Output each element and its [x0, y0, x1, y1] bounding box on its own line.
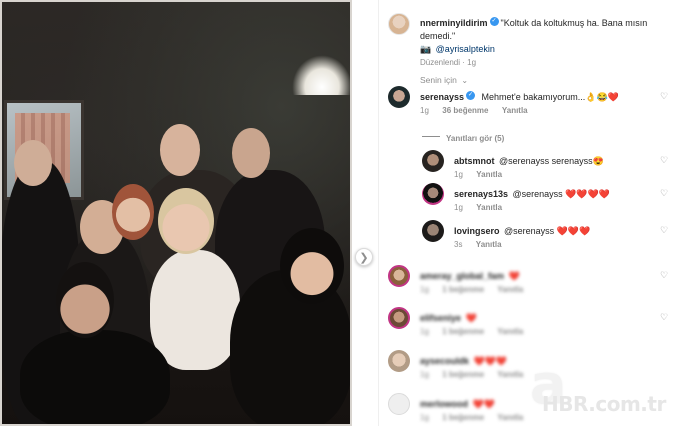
comment-text: ❤️ [465, 313, 477, 323]
comment-time: 1g [420, 285, 429, 294]
reply-time: 3s [454, 240, 463, 249]
comment-text: Mehmet'e bakamıyorum...👌😂❤️ [481, 92, 619, 102]
reply-abtsmnot: abtsmnot @serenayss serenayss😍 1g Yanıtl… [454, 154, 673, 181]
sort-dropdown[interactable]: Senin için ⌄ [420, 70, 673, 88]
photo-head-back-center [160, 124, 200, 176]
caption-username[interactable]: nnerminyildirim [420, 18, 488, 28]
comment-avatar[interactable] [388, 350, 410, 372]
reply-text: @serenayss serenayss😍 [498, 156, 604, 166]
caption-mention[interactable]: @ayrisalptekin [436, 44, 495, 54]
comment-text: ❤️ [508, 271, 520, 281]
comment-likes[interactable]: 36 beğenme [442, 106, 488, 115]
comment-serenayss: serenayss ✓ Mehmet'e bakamıyorum...👌😂❤️ 1… [420, 90, 673, 117]
comment-likes[interactable]: 1 beğenme [442, 370, 484, 379]
photo-head-back-right [232, 128, 270, 178]
comment-avatar[interactable] [388, 307, 410, 329]
reply-time: 1g [454, 170, 463, 179]
comment-time: 1g [420, 327, 429, 336]
view-replies-label: Yanıtları gör (5) [446, 134, 505, 143]
photo-head-left [14, 140, 52, 186]
photo-head-darkhair [280, 228, 344, 304]
comment-likes[interactable]: 1 beğenme [442, 327, 484, 336]
comment-text: ❤️❤️ [472, 399, 495, 409]
reply-text: @serenayss ❤️❤️❤️ [503, 226, 591, 236]
comment-avatar[interactable] [388, 393, 410, 415]
reply-lovingsero: lovingsero @serenayss ❤️❤️❤️ 3s Yanıtla [454, 224, 673, 251]
watermark-text: HBR.com.tr [542, 392, 666, 416]
reply-avatar-abtsmnot[interactable] [422, 150, 444, 172]
camera-icon: 📷 [420, 44, 432, 54]
photo-person-white-shirt [150, 250, 240, 370]
replies-rule [422, 136, 440, 138]
photo-head-front [56, 262, 114, 338]
post-photo[interactable] [0, 0, 352, 426]
heart-outline-icon[interactable]: ♡ [660, 189, 669, 198]
comment-likes[interactable]: 1 beğenme [442, 285, 484, 294]
comment-blurred: ameray_global_fam ❤️ 1g 1 beğenme Yanıtl… [420, 269, 673, 296]
comment-username[interactable]: serenayss [420, 92, 464, 102]
chevron-down-icon: ⌄ [461, 76, 469, 85]
comment-time: 1g [420, 370, 429, 379]
caption-block: nnerminyildirim ✓ "Koltuk da koltukmuş ha.… [420, 16, 673, 69]
comment-username[interactable]: merlowood [420, 399, 468, 409]
reply-time: 1g [454, 203, 463, 212]
photo-head-curly [158, 188, 214, 254]
comment-username[interactable]: ameray_global_fam [420, 271, 504, 281]
reply-button[interactable]: Yanıtla [497, 413, 523, 422]
reply-avatar-serenays13s[interactable] [422, 183, 444, 205]
reply-text: @serenayss ❤️❤️❤️❤️ [512, 189, 610, 199]
reply-button[interactable]: Yanıtla [497, 285, 523, 294]
verified-badge-icon: ✓ [466, 91, 476, 101]
comment-username[interactable]: elifseniye [420, 313, 461, 323]
caption-meta: Düzenlendi · 1g [420, 58, 477, 67]
reply-button[interactable]: Yanıtla [476, 240, 502, 249]
comment-avatar-serenayss[interactable] [388, 86, 410, 108]
reply-username[interactable]: serenays13s [454, 189, 508, 199]
reply-avatar-lovingsero[interactable] [422, 220, 444, 242]
sort-label: Senin için [420, 75, 457, 85]
comment-username[interactable]: aysecouldk [420, 356, 469, 366]
comment-text: ❤️❤️❤️ [473, 356, 508, 366]
view-replies-button[interactable]: Yanıtları gör (5) [422, 128, 673, 146]
heart-outline-icon[interactable]: ♡ [660, 226, 669, 235]
verified-badge-icon: ✓ [489, 17, 499, 27]
heart-outline-icon[interactable]: ♡ [660, 92, 669, 101]
chevron-right-icon: ❯ [359, 251, 369, 264]
caption-avatar[interactable] [388, 13, 410, 35]
heart-outline-icon[interactable]: ♡ [660, 313, 669, 322]
heart-outline-icon[interactable]: ♡ [660, 271, 669, 280]
reply-button[interactable]: Yanıtla [497, 327, 523, 336]
reply-button[interactable]: Yanıtla [502, 106, 528, 115]
comment-avatar[interactable] [388, 265, 410, 287]
comment-blurred: elifseniye ❤️ 1g 1 beğenme Yanıtla [420, 311, 673, 338]
photo-person-front [20, 330, 170, 426]
photo-lamp [292, 55, 352, 95]
reply-button[interactable]: Yanıtla [497, 370, 523, 379]
comment-time: 1g [420, 106, 429, 115]
next-photo-button[interactable]: ❯ [355, 248, 373, 266]
reply-button[interactable]: Yanıtla [476, 170, 502, 179]
reply-username[interactable]: lovingsero [454, 226, 500, 236]
watermark-logo: a HBR.com.tr [530, 358, 670, 418]
reply-serenays13s: serenays13s @serenayss ❤️❤️❤️❤️ 1g Yanıt… [454, 187, 673, 214]
reply-button[interactable]: Yanıtla [476, 203, 502, 212]
heart-outline-icon[interactable]: ♡ [660, 156, 669, 165]
reply-username[interactable]: abtsmnot [454, 156, 495, 166]
comment-time: 1g [420, 413, 429, 422]
comment-likes[interactable]: 1 beğenme [442, 413, 484, 422]
photo-head-redhair [112, 184, 154, 240]
